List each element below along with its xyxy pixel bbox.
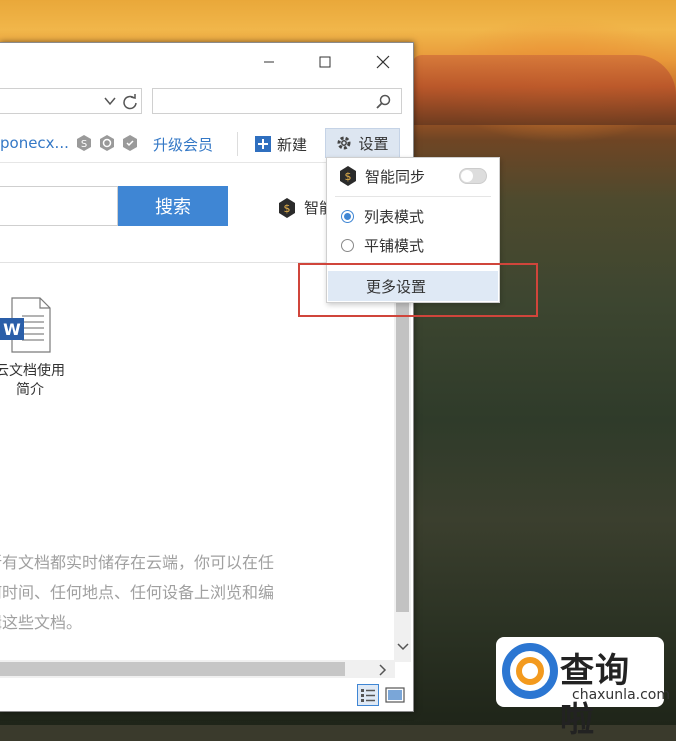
search-icon	[376, 94, 391, 109]
maximize-button[interactable]	[302, 47, 348, 77]
chevron-down-icon	[104, 97, 116, 106]
highlight-annotation-box	[298, 263, 538, 317]
menu-separator	[335, 196, 491, 197]
document-search-input[interactable]	[0, 186, 118, 226]
verified-badge-icon	[123, 135, 137, 151]
svg-text:W: W	[3, 320, 21, 339]
toolbar-divider	[237, 132, 238, 156]
maximize-icon	[319, 56, 331, 68]
horizontal-scroll-thumb[interactable]	[0, 662, 345, 676]
upgrade-link[interactable]: 升级会员	[153, 134, 213, 155]
file-name-line1: 云文档使用	[0, 363, 65, 379]
username-link[interactable]: poneсx...	[0, 134, 69, 152]
menu-item-tile-mode[interactable]: 平铺模式	[327, 231, 499, 259]
file-item[interactable]: W	[0, 296, 52, 354]
path-dropdown[interactable]	[0, 88, 142, 114]
smart-sync-toggle[interactable]	[459, 168, 487, 184]
plus-icon	[255, 136, 271, 152]
tile-mode-radio[interactable]	[341, 238, 354, 252]
list-mode-radio[interactable]	[341, 209, 354, 223]
svg-text:$: $	[284, 202, 291, 215]
svg-text:$: $	[345, 170, 352, 183]
tile-view-icon	[385, 687, 405, 703]
svg-text:S: S	[81, 139, 87, 150]
close-button[interactable]	[360, 47, 406, 77]
wallpaper-cliff	[412, 55, 676, 125]
vip-badge-icon: S	[77, 135, 91, 151]
settings-button-label: 设置	[358, 134, 389, 153]
logo-site: chaxunla.com	[572, 687, 670, 703]
scroll-right-arrow-icon[interactable]	[378, 664, 388, 676]
menu-item-smart-sync[interactable]: $ 智能同步	[327, 162, 499, 190]
new-button[interactable]: 新建	[255, 132, 307, 156]
tile-mode-label: 平铺模式	[364, 236, 425, 255]
file-name[interactable]: 云文档使用 简介	[0, 362, 66, 400]
word-document-icon: W	[0, 297, 51, 353]
description-line1: 所有文档都实时储存在云端，你可以在任	[0, 553, 275, 572]
list-mode-label: 列表模式	[364, 207, 425, 226]
settings-button[interactable]: 设置	[325, 128, 400, 158]
list-view-icon	[361, 689, 375, 702]
new-button-label: 新建	[277, 135, 308, 154]
sync-badge-icon: $	[279, 197, 295, 218]
smart-sync-label: 智能同步	[365, 167, 426, 186]
vertical-scroll-thumb[interactable]	[396, 272, 409, 612]
sync-badge-icon: $	[340, 166, 356, 186]
minimize-button[interactable]	[246, 47, 292, 77]
logo-inner-ring-icon	[516, 657, 544, 685]
minimize-icon	[264, 61, 274, 63]
member-badge-icon	[100, 135, 114, 151]
gear-icon	[337, 136, 351, 150]
close-icon	[376, 55, 390, 69]
description-line3: 辑这些文档。	[0, 613, 83, 632]
list-view-button[interactable]	[357, 684, 379, 706]
file-name-line2: 简介	[16, 382, 44, 398]
refresh-icon[interactable]	[122, 94, 138, 110]
menu-item-list-mode[interactable]: 列表模式	[327, 202, 499, 230]
watermark-logo: 查询啦 chaxunla.com	[496, 637, 670, 740]
title-bar	[0, 43, 413, 81]
description-line2: 何时间、任何地点、任何设备上浏览和编	[0, 583, 275, 602]
tile-view-button[interactable]	[384, 684, 406, 706]
empty-state-description: 所有文档都实时储存在云端，你可以在任 何时间、任何地点、任何设备上浏览和编 辑这…	[0, 548, 316, 638]
scroll-down-arrow-icon[interactable]	[397, 642, 409, 652]
top-search-input[interactable]	[152, 88, 402, 114]
search-button[interactable]: 搜索	[118, 186, 228, 226]
